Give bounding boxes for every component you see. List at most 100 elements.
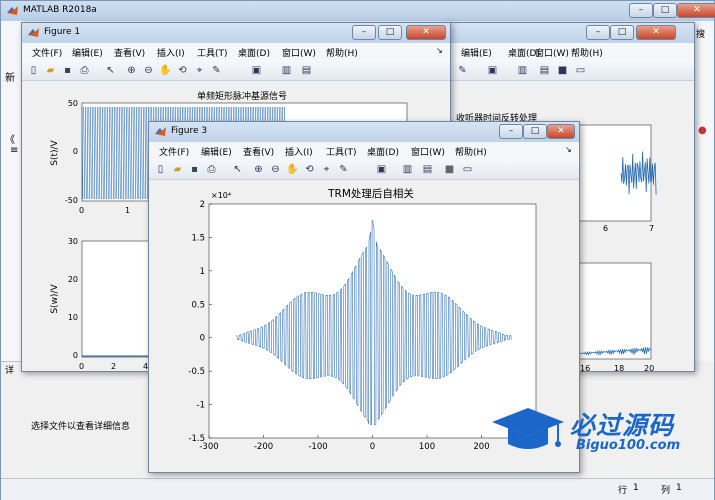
brush-icon[interactable]: ✎ [337, 163, 350, 176]
y-tick: 50 [68, 99, 78, 108]
minimize-button[interactable]: – [629, 3, 653, 18]
menu-help[interactable]: 帮助(H) [455, 145, 487, 158]
maximize-button[interactable]: □ [610, 25, 634, 40]
legend-icon[interactable]: ▤ [300, 64, 313, 77]
menu-tools[interactable]: 工具(T) [326, 145, 357, 158]
pan-icon[interactable]: ✋ [159, 64, 172, 77]
menu-window[interactable]: 窗口(W) [535, 46, 569, 59]
figure-toolbar: ▯ ▰ ▪ ⎙ ↖ ⊕ ⊖ ✋ ⟲ ⌖ ✎ ▣ ▥ ▤ [22, 60, 450, 81]
legend-icon[interactable]: ▤ [538, 64, 551, 77]
hide-plot-tools-icon[interactable]: ■ [443, 163, 456, 176]
watermark-cn: 必过源码 [570, 411, 675, 440]
data-cursor-icon[interactable]: ⌖ [320, 163, 333, 176]
close-button[interactable]: ✕ [406, 25, 446, 40]
y-tick-label: 0 [200, 334, 205, 344]
y-tick-label: -0.5 [188, 367, 205, 377]
y-tick-label: 1 [200, 267, 205, 277]
show-plot-tools-icon[interactable]: ▭ [461, 163, 474, 176]
ribbon-letter: 新 [5, 73, 15, 84]
rotate-icon[interactable]: ⟲ [176, 64, 189, 77]
menu-tools[interactable]: 工具(T) [197, 46, 228, 59]
ribbon-letter: 《 [5, 135, 15, 146]
details-label: 详 [5, 366, 15, 376]
details-header: 详 [1, 361, 23, 376]
menu-help[interactable]: 帮助(H) [571, 46, 603, 59]
brush-icon[interactable]: ✎ [456, 64, 469, 77]
open-file-icon[interactable]: ▰ [44, 64, 57, 77]
zoom-in-icon[interactable]: ⊕ [252, 163, 265, 176]
y-tick: 30 [68, 237, 78, 246]
menu-edit[interactable]: 编辑(E) [461, 46, 492, 59]
minimize-button[interactable]: – [586, 25, 610, 40]
y-tick: 0 [73, 351, 78, 360]
y-axis-label: S(t)/V [50, 139, 60, 165]
row-label: 行 [618, 486, 628, 496]
dock-arrow-icon[interactable]: ↘ [565, 145, 572, 154]
y-tick: 0 [73, 147, 78, 156]
help-icon[interactable]: ● [698, 125, 707, 136]
menu-view[interactable]: 查看(V) [114, 46, 145, 59]
figure-title-bar: – □ ✕ [446, 23, 694, 43]
figure-menubar: 文件(F) 编辑(E) 查看(V) 插入(I) 工具(T) 桌面(D) 窗口(W… [149, 142, 579, 159]
rotate-icon[interactable]: ⟲ [303, 163, 316, 176]
save-icon[interactable]: ▪ [188, 163, 201, 176]
zoom-in-icon[interactable]: ⊕ [125, 64, 138, 77]
open-file-icon[interactable]: ▰ [171, 163, 184, 176]
x-tick-label: 100 [419, 442, 435, 452]
x-tick: 16 [580, 364, 590, 372]
close-button[interactable]: ✕ [547, 124, 575, 139]
menu-insert[interactable]: 插入(I) [285, 145, 313, 158]
menu-window[interactable]: 窗口(W) [282, 46, 316, 59]
print-preview-icon[interactable]: ▣ [375, 163, 388, 176]
menu-edit[interactable]: 编辑(E) [72, 46, 103, 59]
col-label: 列 [661, 486, 671, 496]
menu-help[interactable]: 帮助(H) [326, 46, 358, 59]
colorbar-icon[interactable]: ▥ [401, 163, 414, 176]
menu-window[interactable]: 窗口(W) [411, 145, 445, 158]
new-figure-icon[interactable]: ▯ [27, 64, 40, 77]
menu-insert[interactable]: 插入(I) [157, 46, 185, 59]
pointer-icon[interactable]: ↖ [231, 163, 244, 176]
colorbar-icon[interactable]: ▥ [280, 64, 293, 77]
print-preview-icon[interactable]: ▣ [486, 64, 499, 77]
show-plot-tools-icon[interactable]: ▭ [574, 64, 587, 77]
hide-plot-tools-icon[interactable]: ■ [556, 64, 569, 77]
row-value: 1 [633, 483, 639, 493]
print-icon[interactable]: ⎙ [205, 163, 218, 176]
save-icon[interactable]: ▪ [61, 64, 74, 77]
menu-desktop[interactable]: 桌面(D) [367, 145, 399, 158]
menu-file[interactable]: 文件(F) [159, 145, 189, 158]
brush-icon[interactable]: ✎ [210, 64, 223, 77]
menu-view[interactable]: 查看(V) [243, 145, 274, 158]
x-tick-label: -200 [254, 442, 273, 452]
maximize-button[interactable]: □ [653, 3, 677, 18]
figure-menubar: 文件(F) 编辑(E) 查看(V) 插入(I) 工具(T) 桌面(D) 窗口(W… [22, 43, 450, 60]
print-icon[interactable]: ⎙ [78, 64, 91, 77]
new-figure-icon[interactable]: ▯ [154, 163, 167, 176]
maximize-button[interactable]: □ [523, 124, 547, 139]
figure-toolbar: ▯ ▰ ▪ ⎙ ↖ ⊕ ⊖ ✋ ⟲ ⌖ ✎ ▣ ▥ ▤ ■ ▭ [149, 159, 579, 180]
print-preview-icon[interactable]: ▣ [250, 64, 263, 77]
x-tick: 0 [79, 206, 84, 215]
zoom-out-icon[interactable]: ⊖ [269, 163, 282, 176]
x-tick-label: -100 [308, 442, 327, 452]
colorbar-icon[interactable]: ▥ [516, 64, 529, 77]
legend-icon[interactable]: ▤ [421, 163, 434, 176]
y-tick: -50 [65, 196, 78, 205]
menu-file[interactable]: 文件(F) [32, 46, 62, 59]
close-button[interactable]: ✕ [677, 3, 715, 18]
menu-desktop[interactable]: 桌面(D) [238, 46, 270, 59]
search-label: 搜 [696, 30, 706, 40]
close-button[interactable]: ✕ [636, 25, 676, 40]
ribbon-letter: ≡ [10, 145, 19, 156]
menu-edit[interactable]: 编辑(E) [201, 145, 232, 158]
matlab-logo-icon [28, 28, 39, 37]
maximize-button[interactable]: □ [378, 25, 402, 40]
minimize-button[interactable]: – [352, 25, 376, 40]
zoom-out-icon[interactable]: ⊖ [142, 64, 155, 77]
pan-icon[interactable]: ✋ [286, 163, 299, 176]
dock-arrow-icon[interactable]: ↘ [436, 46, 443, 55]
minimize-button[interactable]: – [499, 124, 523, 139]
pointer-icon[interactable]: ↖ [104, 64, 117, 77]
data-cursor-icon[interactable]: ⌖ [193, 64, 206, 77]
